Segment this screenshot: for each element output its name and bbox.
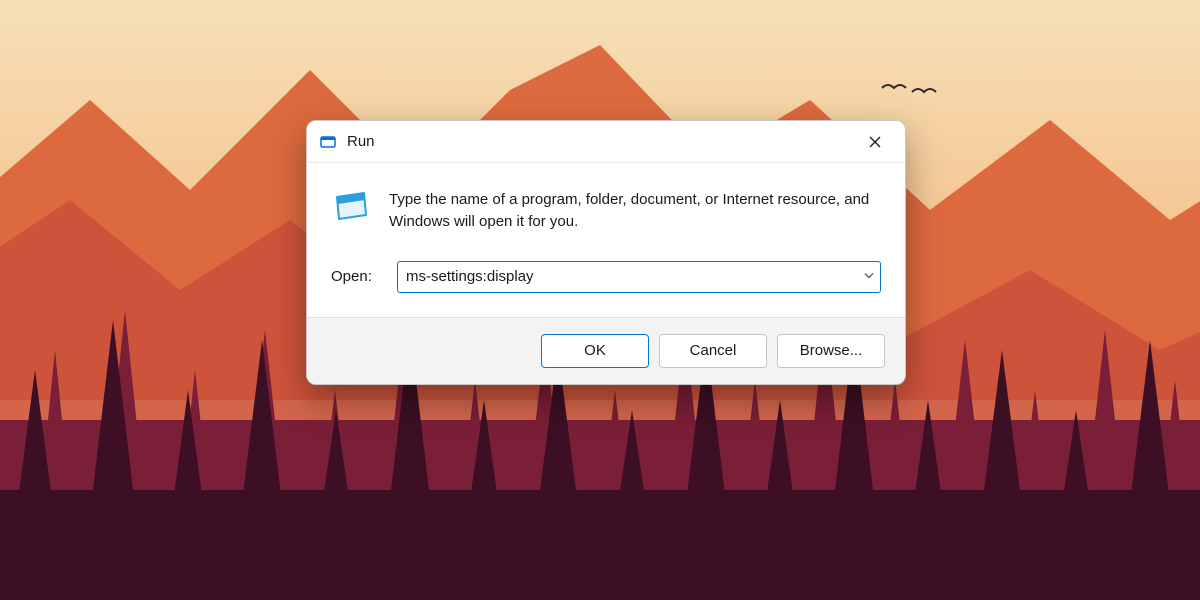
birds-icon [880,80,940,100]
dialog-footer: OK Cancel Browse... [307,317,905,384]
run-titlebar-icon [319,133,337,151]
cancel-button[interactable]: Cancel [659,334,767,368]
titlebar[interactable]: Run [307,121,905,163]
open-label: Open: [331,268,383,285]
dialog-description: Type the name of a program, folder, docu… [389,189,881,233]
close-icon [869,136,881,148]
close-button[interactable] [855,126,895,158]
ok-button[interactable]: OK [541,334,649,368]
run-dialog: Run Type the name of a program, folder, … [306,120,906,385]
browse-button[interactable]: Browse... [777,334,885,368]
open-input[interactable] [397,261,881,293]
dialog-title: Run [347,133,855,150]
open-combobox[interactable] [397,261,881,293]
run-icon [331,187,371,227]
